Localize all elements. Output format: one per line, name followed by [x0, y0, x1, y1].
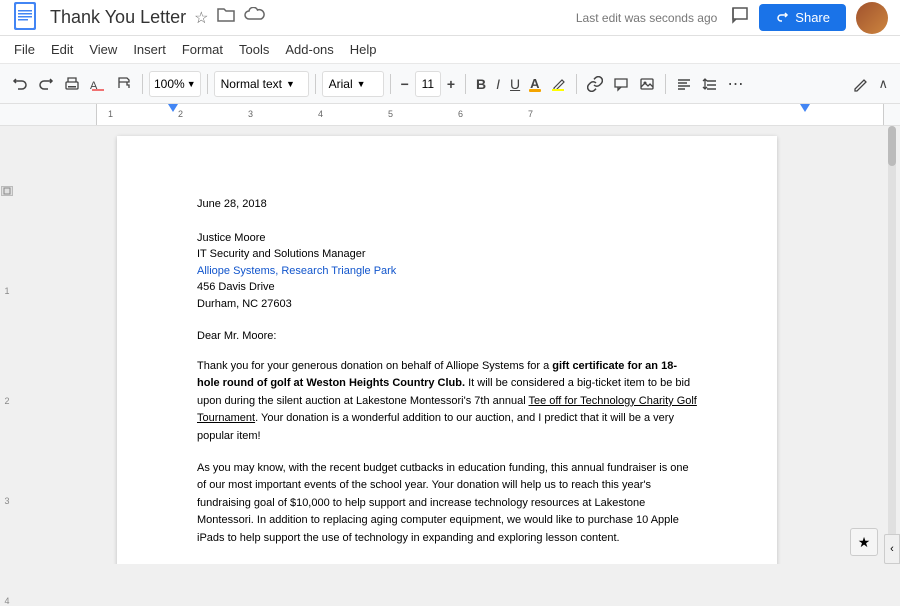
ruler-tick-5: 5	[388, 109, 393, 119]
insert-image-button[interactable]	[635, 73, 659, 95]
insert-comment-button[interactable]	[609, 73, 633, 95]
cloud-icon[interactable]	[244, 7, 266, 28]
ruler: 1 2 3 4 5 6 7	[0, 104, 900, 126]
spellcheck-button[interactable]: A	[86, 73, 110, 95]
font-size-value: 11	[422, 77, 434, 91]
letter-date: June 28, 2018	[197, 196, 697, 214]
more-icon: ⋯	[728, 74, 745, 94]
italic-button[interactable]: I	[492, 73, 504, 95]
share-button[interactable]: Share	[759, 4, 846, 31]
more-options-button[interactable]: ⋯	[724, 71, 749, 97]
paragraph-style-icon[interactable]: ▼	[286, 79, 295, 89]
ruler-tick-7: 7	[528, 109, 533, 119]
collapse-toolbar-button[interactable]: ∧	[874, 73, 892, 95]
zoom-value: 100%	[154, 77, 185, 91]
side-margin-bar: 1 2 3 4	[0, 126, 14, 564]
menu-file[interactable]: File	[8, 40, 41, 59]
ruler-right-marker[interactable]	[800, 104, 810, 114]
docs-app-icon[interactable]	[12, 2, 40, 34]
recipient-title: IT Security and Solutions Manager	[197, 246, 697, 263]
menu-tools[interactable]: Tools	[233, 40, 275, 59]
ruler-indent-marker[interactable]	[168, 104, 178, 114]
star-icon[interactable]: ☆	[194, 8, 208, 28]
chevron-up-icon: ∧	[878, 76, 888, 92]
letter-paragraph-1: Thank you for your generous donation on …	[197, 358, 697, 446]
ruler-tick-2: 2	[178, 109, 183, 119]
letter-paragraph-2: As you may know, with the recent budget …	[197, 460, 697, 548]
increase-font-size-button[interactable]: +	[443, 73, 459, 95]
last-edit-label: Last edit was seconds ago	[576, 11, 717, 25]
title-icons: ☆	[194, 7, 266, 28]
scrollbar-thumb[interactable]	[888, 126, 896, 166]
menu-format[interactable]: Format	[176, 40, 229, 59]
side-marker-2: 2	[4, 396, 9, 406]
paint-format-button[interactable]	[112, 73, 136, 95]
menu-bar: File Edit View Insert Format Tools Add-o…	[0, 36, 900, 64]
side-marker-4: 4	[4, 596, 9, 606]
zoom-control[interactable]: 100% ▼	[149, 71, 201, 97]
ruler-tick-6: 6	[458, 109, 463, 119]
comments-button[interactable]	[729, 4, 751, 32]
side-marker-1: 1	[4, 286, 9, 296]
letter-address: Justice Moore IT Security and Solutions …	[197, 230, 697, 313]
sidebar-toggle-button[interactable]: ‹	[884, 534, 900, 564]
paragraph-style-control[interactable]: Normal text ▼	[214, 71, 309, 97]
underline-button[interactable]: U	[506, 73, 524, 95]
menu-addons[interactable]: Add-ons	[279, 40, 339, 59]
page-break-icon	[1, 186, 13, 196]
recipient-address1: 456 Davis Drive	[197, 279, 697, 296]
ruler-tick-4: 4	[318, 109, 323, 119]
bottom-controls: ★	[850, 528, 878, 556]
document-title[interactable]: Thank You Letter	[50, 7, 186, 28]
paragraph-style-value: Normal text	[221, 77, 282, 91]
redo-button[interactable]	[34, 73, 58, 95]
highlight-color-button[interactable]	[546, 73, 570, 95]
para1-end: . Your donation is a wonderful addition …	[197, 412, 674, 442]
main-area: 1 2 3 4 June 28, 2018 Justice Moore IT S…	[0, 126, 900, 564]
print-button[interactable]	[60, 73, 84, 95]
ruler-tick-3: 3	[248, 109, 253, 119]
star-feature-button[interactable]: ★	[850, 528, 878, 556]
decrease-font-size-button[interactable]: −	[397, 73, 413, 95]
document-scroll-area[interactable]: June 28, 2018 Justice Moore IT Security …	[14, 126, 880, 564]
toolbar: A 100% ▼ Normal text ▼ Arial ▼ − 11 + B …	[0, 64, 900, 104]
font-control[interactable]: Arial ▼	[322, 71, 384, 97]
scrollbar-track[interactable]	[888, 126, 896, 564]
zoom-dropdown-icon[interactable]: ▼	[187, 79, 196, 89]
line-spacing-button[interactable]	[698, 73, 722, 95]
recipient-address2: Durham, NC 27603	[197, 296, 697, 313]
recipient-company: Alliope Systems, Research Triangle Park	[197, 263, 697, 280]
folder-icon[interactable]	[216, 7, 236, 28]
user-avatar[interactable]	[856, 2, 888, 34]
recipient-name: Justice Moore	[197, 230, 697, 247]
insert-link-button[interactable]	[583, 73, 607, 95]
text-color-button[interactable]: A	[526, 73, 543, 94]
menu-help[interactable]: Help	[344, 40, 383, 59]
font-value: Arial	[329, 77, 353, 91]
menu-edit[interactable]: Edit	[45, 40, 79, 59]
editing-mode-button[interactable]	[848, 73, 872, 95]
font-dropdown-icon[interactable]: ▼	[357, 79, 366, 89]
para1-pre: Thank you for your generous donation on …	[197, 360, 552, 372]
align-button[interactable]	[672, 73, 696, 95]
letter-salutation: Dear Mr. Moore:	[197, 328, 697, 346]
side-marker-3: 3	[4, 496, 9, 506]
menu-insert[interactable]: Insert	[127, 40, 172, 59]
font-size-control[interactable]: 11	[415, 71, 441, 97]
title-bar: Thank You Letter ☆ Last edit was seconds…	[0, 0, 900, 36]
bold-button[interactable]: B	[472, 73, 490, 95]
document-page: June 28, 2018 Justice Moore IT Security …	[117, 136, 777, 564]
undo-button[interactable]	[8, 73, 32, 95]
menu-view[interactable]: View	[83, 40, 123, 59]
right-scrollbar-area	[880, 126, 900, 564]
ruler-tick-1: 1	[108, 109, 113, 119]
